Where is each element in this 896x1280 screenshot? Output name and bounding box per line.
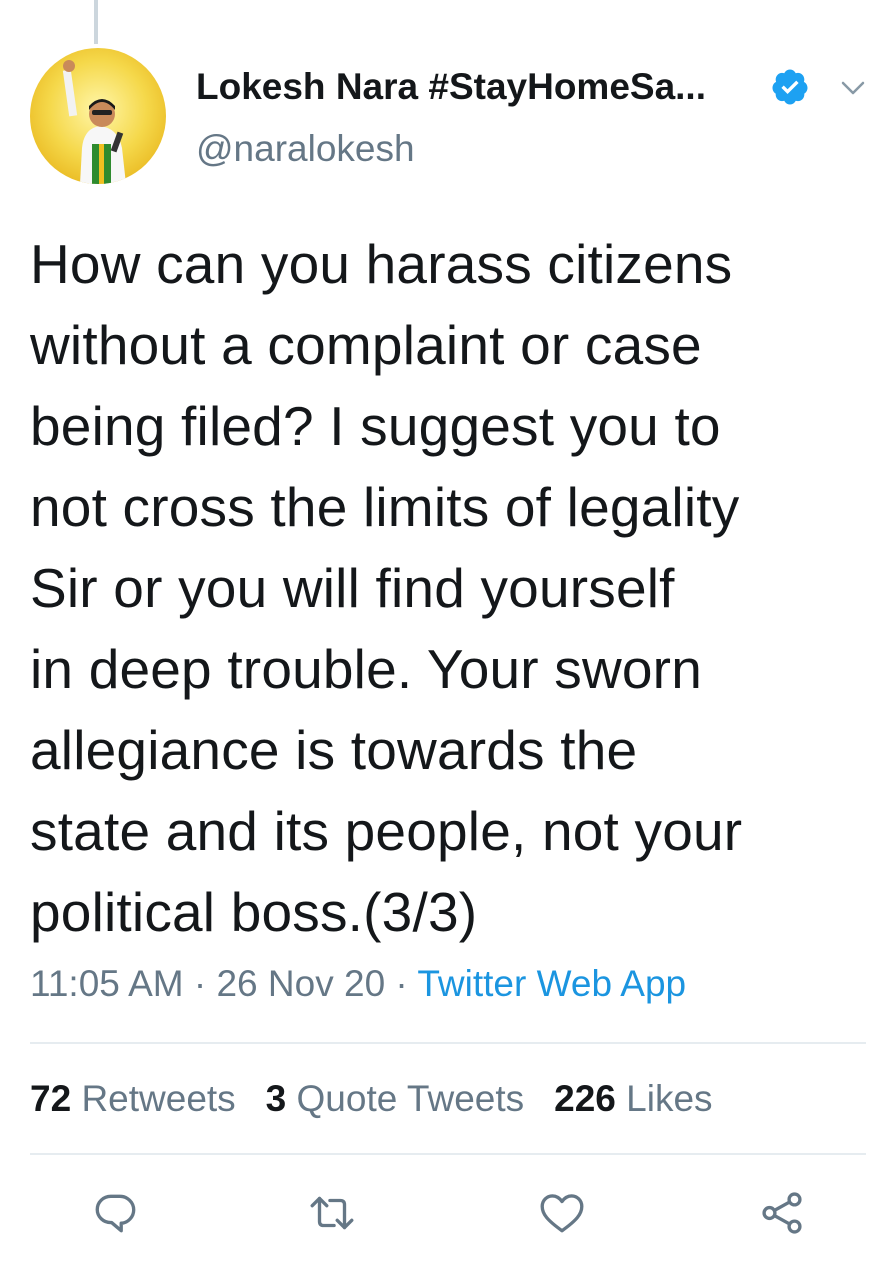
tweet-text: How can you harass citizens without a co… (30, 233, 743, 943)
engagement-stats: 72 Retweets 3 Quote Tweets 226 Likes (30, 1078, 743, 1120)
thread-connector-line (94, 0, 98, 44)
reply-icon[interactable] (90, 1188, 142, 1238)
chevron-down-icon[interactable] (838, 76, 868, 100)
verified-badge-icon (772, 69, 808, 105)
likes-stat[interactable]: 226 Likes (554, 1078, 712, 1120)
tweet-source-link[interactable]: Twitter Web App (417, 963, 686, 1004)
tweet-time: 11:05 AM (30, 963, 184, 1004)
likes-count: 226 (554, 1078, 616, 1119)
retweets-stat[interactable]: 72 Retweets (30, 1078, 236, 1120)
avatar[interactable] (30, 48, 166, 184)
heart-icon[interactable] (536, 1188, 588, 1238)
tweet-meta: 11:05 AM · 26 Nov 20 · Twitter Web App (30, 963, 686, 1005)
divider (30, 1042, 866, 1044)
retweet-icon[interactable] (306, 1188, 358, 1238)
tweet-date: 26 Nov 20 (216, 963, 386, 1004)
quote-tweets-stat[interactable]: 3 Quote Tweets (266, 1078, 524, 1120)
user-handle[interactable]: @naralokesh (196, 128, 415, 170)
quote-tweets-count: 3 (265, 1078, 287, 1119)
action-bar (0, 1188, 896, 1238)
meta-separator: · (183, 963, 217, 1004)
share-icon[interactable] (756, 1188, 808, 1238)
retweets-label: Retweets (81, 1078, 236, 1119)
quote-tweets-label: Quote Tweets (296, 1078, 525, 1119)
meta-separator: · (385, 963, 418, 1004)
retweets-count: 72 (30, 1078, 72, 1119)
avatar-image (30, 48, 166, 184)
likes-label: Likes (626, 1078, 713, 1119)
display-name[interactable]: Lokesh Nara #StayHomeSa... (196, 66, 706, 108)
divider (30, 1153, 866, 1155)
